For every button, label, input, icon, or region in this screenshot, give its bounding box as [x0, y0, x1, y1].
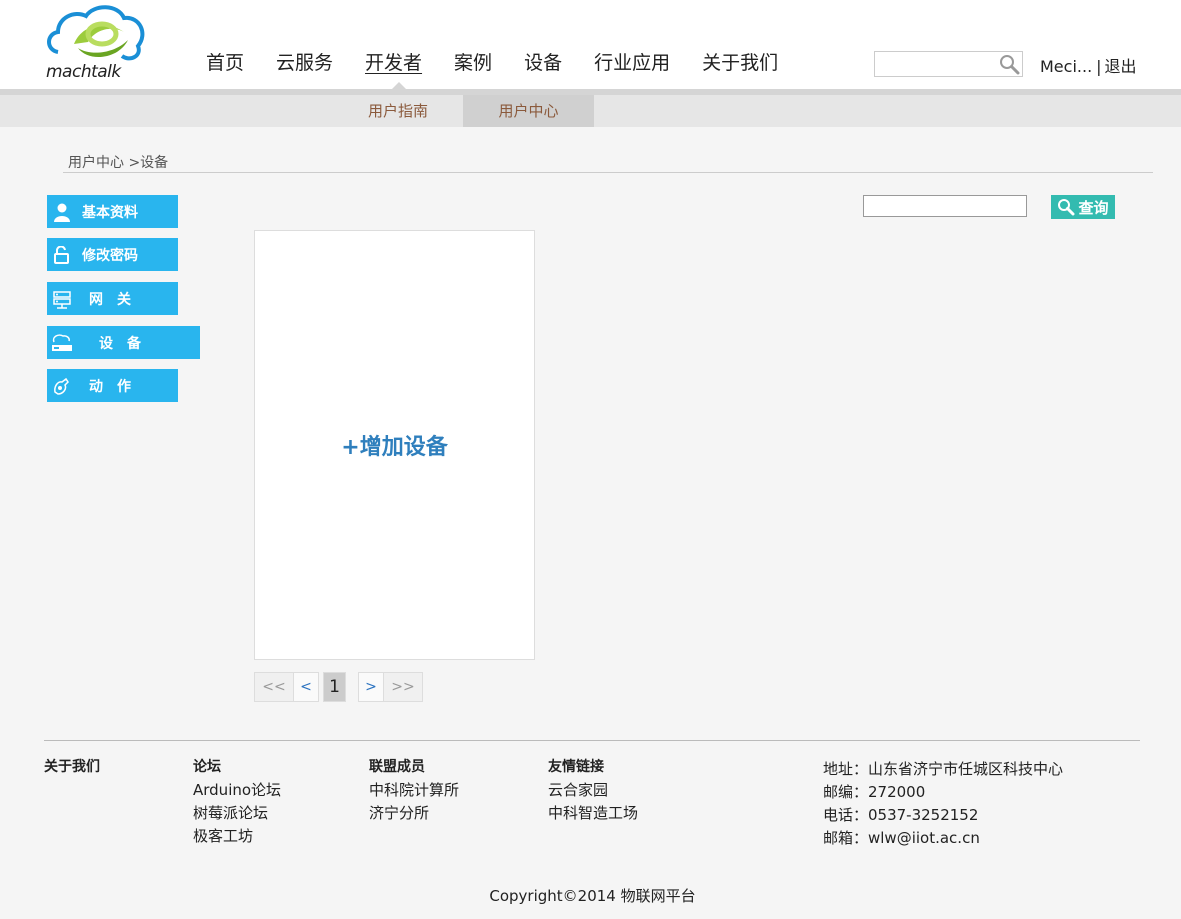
logo-text: machtalk — [46, 62, 121, 82]
sidebar-item-label: 动 作 — [89, 378, 131, 395]
pagination: << < 1 > >> — [254, 672, 423, 702]
sidebar-item-label: 基本资料 — [82, 204, 138, 221]
sidebar-item-device[interactable]: 设 备 — [47, 326, 200, 359]
device-search-input[interactable] — [864, 196, 1026, 217]
footer-link-jining[interactable]: 济宁分所 — [369, 802, 459, 825]
footer-link-yunhe[interactable]: 云合家园 — [548, 779, 638, 802]
nav-home[interactable]: 首页 — [190, 50, 260, 78]
nav-cloud-service[interactable]: 云服务 — [260, 50, 349, 78]
lock-icon — [51, 244, 73, 266]
sidebar-item-change-password[interactable]: 修改密码 — [47, 238, 178, 271]
gateway-icon — [51, 288, 73, 310]
sidebar-item-action[interactable]: 动 作 — [47, 369, 178, 402]
footer-postcode: 邮编：272000 — [823, 783, 926, 801]
action-icon — [51, 375, 73, 397]
footer-members-column: 联盟成员 中科院计算所 济宁分所 — [369, 756, 459, 825]
footer-forum-column: 论坛 Arduino论坛 树莓派论坛 极客工坊 — [193, 756, 281, 848]
active-nav-indicator — [392, 82, 406, 89]
subnav-user-guide[interactable]: 用户指南 — [333, 95, 463, 127]
footer-link-raspberry[interactable]: 树莓派论坛 — [193, 802, 281, 825]
footer-about-link[interactable]: 关于我们 — [44, 756, 100, 779]
main-nav: 首页 云服务 开发者 案例 设备 行业应用 关于我们 — [190, 50, 794, 78]
breadcrumb: 用户中心 >设备 — [68, 155, 169, 171]
pager-prev-button[interactable]: < — [293, 672, 319, 702]
logout-link[interactable]: 退出 — [1105, 57, 1137, 76]
pager-next-button[interactable]: > — [358, 672, 384, 702]
user-name-link[interactable]: Meci... — [1040, 57, 1092, 76]
footer-link-zhizao[interactable]: 中科智造工场 — [548, 802, 638, 825]
add-device-label: +增加设备 — [341, 435, 448, 460]
search-icon — [1058, 199, 1075, 216]
sidebar-item-gateway[interactable]: 网 关 — [47, 282, 178, 315]
footer-forum-title: 论坛 — [193, 759, 221, 775]
sidebar-item-label: 网 关 — [89, 291, 131, 308]
nav-industry[interactable]: 行业应用 — [578, 50, 686, 78]
footer-link-arduino[interactable]: Arduino论坛 — [193, 779, 281, 802]
top-search-input[interactable] — [875, 52, 995, 76]
pager-first-button[interactable]: << — [254, 672, 294, 702]
search-icon[interactable] — [998, 53, 1020, 75]
sub-nav: 用户指南 用户中心 — [0, 95, 1181, 127]
query-button-label: 查询 — [1078, 198, 1109, 217]
pager-current-page[interactable]: 1 — [323, 672, 346, 702]
footer-divider — [44, 740, 1140, 741]
footer-members-title: 联盟成员 — [369, 759, 425, 775]
user-separator: | — [1096, 57, 1102, 76]
user-area: Meci... | 退出 — [1040, 53, 1137, 77]
footer-phone: 电话：0537-3252152 — [823, 806, 979, 824]
header: machtalk 首页 云服务 开发者 案例 设备 行业应用 关于我们 Meci… — [0, 0, 1181, 90]
sidebar-item-label: 修改密码 — [82, 247, 138, 264]
footer-link-geek[interactable]: 极客工坊 — [193, 825, 281, 848]
subnav-user-center[interactable]: 用户中心 — [463, 95, 594, 127]
top-search-box — [874, 51, 1023, 77]
pager-last-button[interactable]: >> — [383, 672, 423, 702]
nav-about[interactable]: 关于我们 — [686, 50, 794, 78]
footer-friends-column: 友情链接 云合家园 中科智造工场 — [548, 756, 638, 825]
footer-friends-title: 友情链接 — [548, 759, 604, 775]
nav-cases[interactable]: 案例 — [438, 50, 508, 78]
footer-about-column: 关于我们 — [44, 756, 100, 779]
device-search-box — [863, 195, 1027, 217]
footer-contact: 地址：山东省济宁市任城区科技中心 邮编：272000 电话：0537-32521… — [823, 758, 1063, 850]
add-device-card[interactable]: +增加设备 — [254, 230, 535, 660]
query-button[interactable]: 查询 — [1051, 195, 1115, 219]
sidebar-item-profile[interactable]: 基本资料 — [47, 195, 178, 228]
sidebar-item-label: 设 备 — [99, 335, 141, 352]
nav-developer[interactable]: 开发者 — [349, 50, 438, 78]
footer-address: 地址：山东省济宁市任城区科技中心 — [823, 760, 1064, 778]
device-icon — [51, 332, 73, 354]
breadcrumb-divider — [63, 172, 1153, 173]
footer-email: 邮箱：wlw@iiot.ac.cn — [823, 829, 980, 847]
copyright: Copyright©2014 物联网平台 — [489, 887, 696, 905]
nav-devices[interactable]: 设备 — [508, 50, 578, 78]
footer-link-ict[interactable]: 中科院计算所 — [369, 779, 459, 802]
user-icon — [51, 201, 73, 223]
